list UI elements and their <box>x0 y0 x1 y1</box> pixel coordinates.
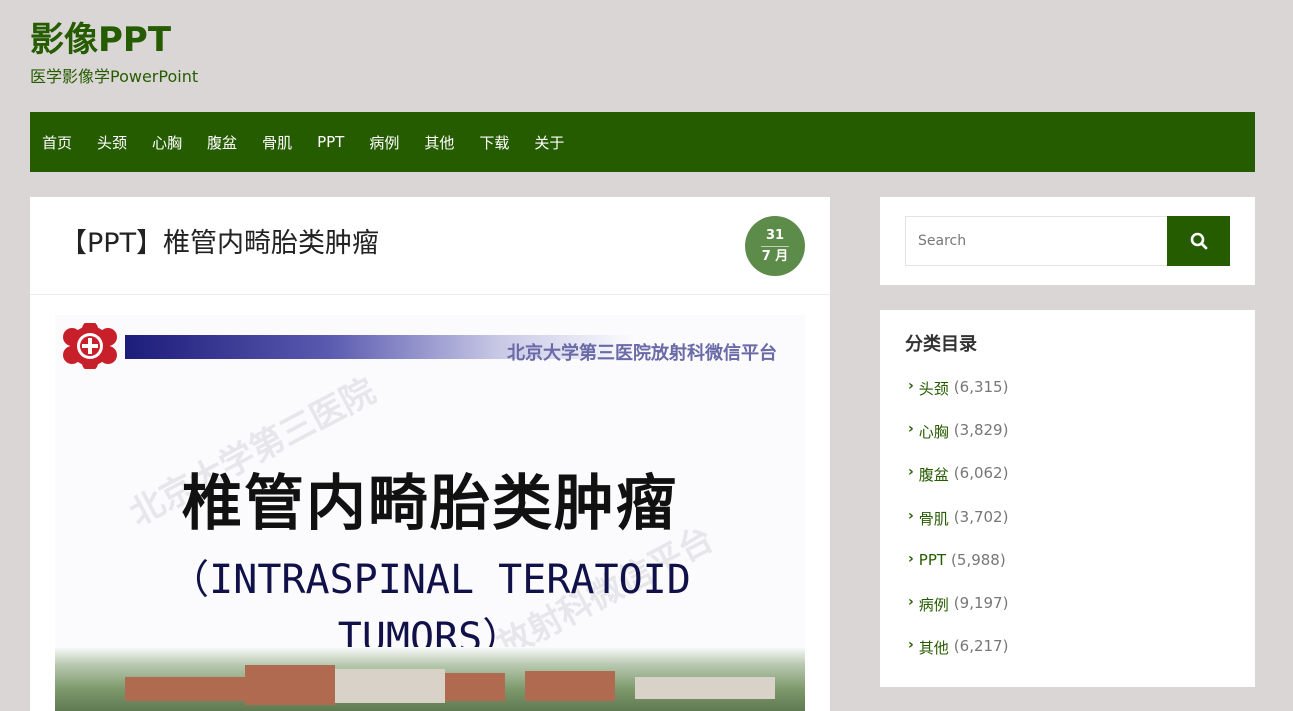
page: 影像PPT 医学影像学PowerPoint 首页 头颈 心胸 腹盆 骨肌 PPT… <box>0 0 1293 711</box>
building <box>445 673 505 701</box>
search-icon <box>1190 232 1207 250</box>
site-title[interactable]: 影像PPT <box>30 12 171 61</box>
date-badge: 31 7 月 <box>745 216 805 276</box>
category-item: › PPT (5,988) <box>908 551 1008 594</box>
category-count: (9,197) <box>953 593 1009 612</box>
chevron-right-icon: › <box>908 637 914 654</box>
post-title[interactable]: 【PPT】椎管内畸胎类肿瘤 <box>60 221 379 260</box>
nav-item-other[interactable]: 其他 <box>424 132 454 153</box>
nav-item-musculoskeletal[interactable]: 骨肌 <box>262 132 292 153</box>
building <box>125 677 245 701</box>
building <box>525 671 615 701</box>
category-link[interactable]: 腹盆 <box>919 464 949 485</box>
building <box>245 665 335 705</box>
chevron-right-icon: › <box>908 464 914 481</box>
date-day: 31 <box>765 227 785 243</box>
category-count: (6,217) <box>953 637 1009 656</box>
nav-item-head-neck[interactable]: 头颈 <box>97 132 127 153</box>
post-card: 【PPT】椎管内畸胎类肿瘤 31 7 月 北京大学第三医院放射科微信平台 北京大… <box>30 197 830 711</box>
search-button[interactable] <box>1167 216 1230 266</box>
category-item: › 骨肌 (3,702) <box>908 508 1008 551</box>
chevron-right-icon: › <box>908 378 914 394</box>
category-item: › 心胸 (3,829) <box>908 421 1008 464</box>
main-nav: 首页 头颈 心胸 腹盆 骨肌 PPT 病例 其他 下载 关于 <box>30 112 1255 172</box>
building <box>635 677 775 699</box>
category-link[interactable]: PPT <box>919 551 946 569</box>
nav-item-abdomen[interactable]: 腹盆 <box>207 132 237 153</box>
category-link[interactable]: 骨肌 <box>919 508 949 529</box>
chevron-right-icon: › <box>908 421 914 438</box>
hospital-campus-photo <box>55 647 805 711</box>
category-item: › 病例 (9,197) <box>908 594 1008 637</box>
slide-org-name: 北京大学第三医院放射科微信平台 <box>507 343 777 364</box>
post-featured-image[interactable]: 北京大学第三医院放射科微信平台 北京大学第三医院 放射科微信平台 椎管内畸胎类肿… <box>55 315 805 711</box>
chevron-right-icon: › <box>908 507 914 524</box>
category-link[interactable]: 心胸 <box>919 421 949 442</box>
category-item: › 头颈 (6,315) <box>908 378 1008 421</box>
nav-item-ppt[interactable]: PPT <box>317 133 344 151</box>
category-item: › 腹盆 (6,062) <box>908 464 1008 507</box>
date-divider <box>761 245 789 247</box>
category-count: (3,702) <box>953 507 1009 526</box>
category-count: (5,988) <box>951 550 1006 569</box>
search-widget <box>880 197 1255 285</box>
chevron-right-icon: › <box>908 550 914 567</box>
categories-widget: 分类目录 › 头颈 (6,315) › 心胸 (3,829) › 腹盆 (6,0… <box>880 310 1255 687</box>
nav-item-about[interactable]: 关于 <box>534 132 564 153</box>
category-link[interactable]: 头颈 <box>919 378 949 399</box>
category-item: › 其他 (6,217) <box>908 637 1008 680</box>
hospital-logo-icon <box>63 323 117 369</box>
search-input[interactable] <box>905 216 1167 266</box>
heybox-logo-icon <box>1100 640 1140 684</box>
nav-item-cases[interactable]: 病例 <box>369 132 399 153</box>
nav-item-download[interactable]: 下载 <box>479 132 509 153</box>
chevron-right-icon: › <box>908 593 914 610</box>
nav-item-home[interactable]: 首页 <box>42 132 72 153</box>
category-count: (3,829) <box>953 421 1009 440</box>
category-link[interactable]: 病例 <box>919 594 949 615</box>
slide-title: 椎管内畸胎类肿瘤 <box>182 469 678 539</box>
corner-watermark-text: 小黑盒 <box>1148 648 1238 683</box>
post-header: 【PPT】椎管内畸胎类肿瘤 31 7 月 <box>30 197 830 295</box>
date-month: 7 月 <box>761 248 789 264</box>
building <box>335 669 445 703</box>
corner-watermark: 小黑盒 <box>1098 640 1238 684</box>
nav-item-chest[interactable]: 心胸 <box>152 132 182 153</box>
category-list: › 头颈 (6,315) › 心胸 (3,829) › 腹盆 (6,062) ›… <box>908 378 1008 680</box>
category-count: (6,062) <box>953 464 1009 483</box>
site-description: 医学影像学PowerPoint <box>30 67 199 86</box>
categories-title: 分类目录 <box>905 334 977 355</box>
slide-subtitle-line1: （INTRASPINAL TERATOID <box>169 557 691 603</box>
category-link[interactable]: 其他 <box>919 637 949 658</box>
category-count: (6,315) <box>953 378 1009 396</box>
